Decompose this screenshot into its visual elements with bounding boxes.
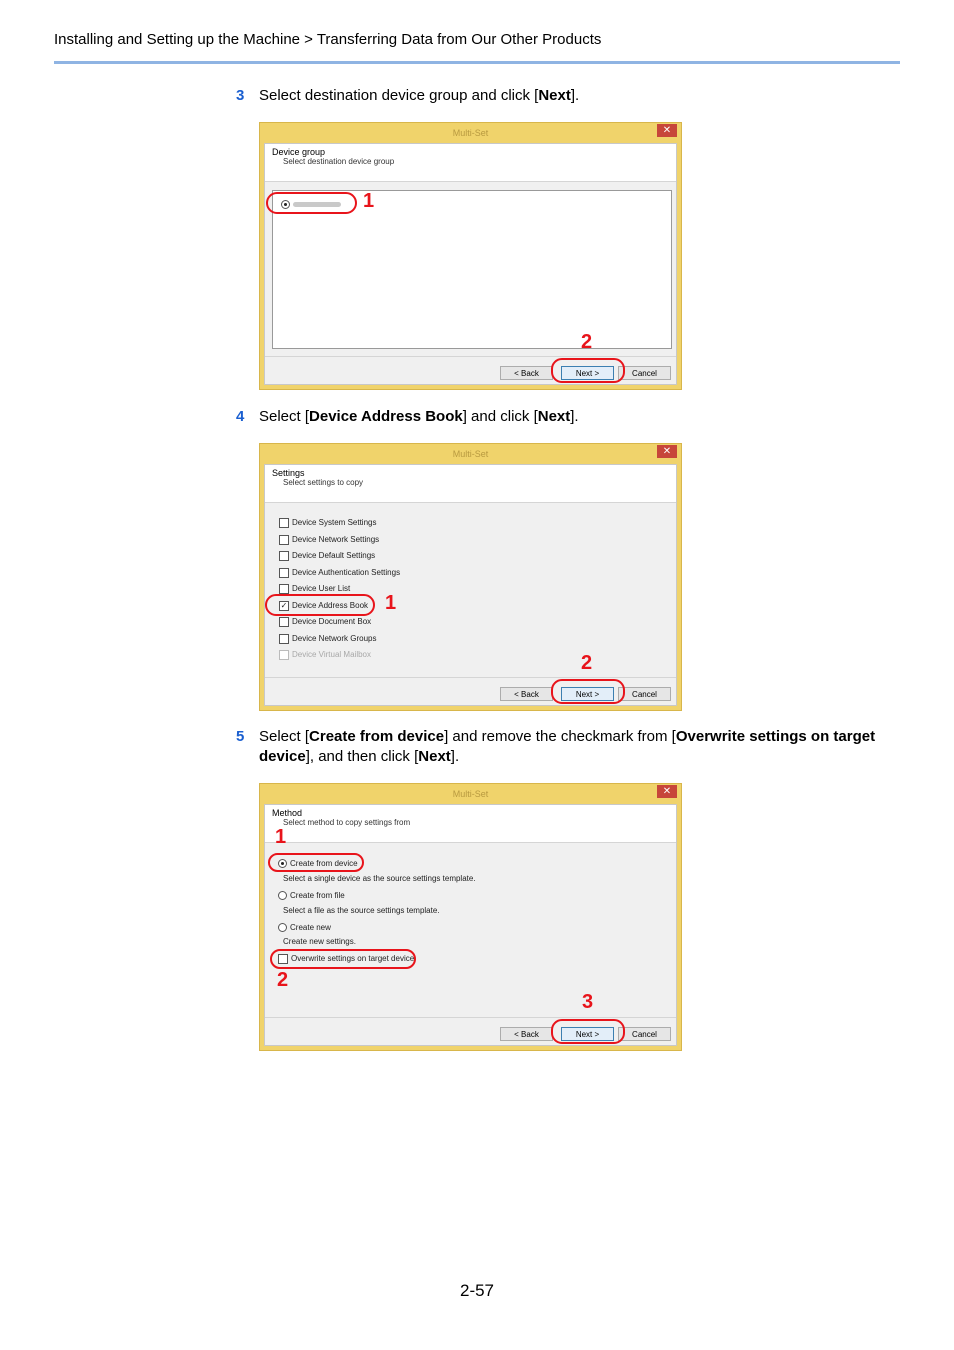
step-number: 5 xyxy=(236,728,245,745)
dialog-method: Multi-Set ✕ Method Select method to copy… xyxy=(259,783,682,1051)
cancel-button[interactable]: Cancel xyxy=(618,687,671,701)
dialog-subheading: Select destination device group xyxy=(283,157,395,166)
checkbox-disabled xyxy=(279,650,289,660)
dialog-body: Settings Select settings to copy Device … xyxy=(264,464,677,706)
step-text: Select [Device Address Book] and click [… xyxy=(259,408,579,425)
footer-divider xyxy=(265,356,676,357)
step-number: 4 xyxy=(236,408,245,425)
dialog-titlebar: Multi-Set ✕ xyxy=(260,444,681,464)
back-button[interactable]: < Back xyxy=(500,687,553,701)
checkbox[interactable] xyxy=(279,584,289,594)
close-icon[interactable]: ✕ xyxy=(657,785,677,798)
dialog-subheading: Select method to copy settings from xyxy=(283,818,411,827)
back-button[interactable]: < Back xyxy=(500,1027,553,1041)
dialog-body: Device group Select destination device g… xyxy=(264,143,677,385)
step-text: Select [Create from device] and remove t… xyxy=(259,728,876,765)
step-3: 3 Select destination device group and cl… xyxy=(236,86,876,106)
dialog-titlebar: Multi-Set ✕ xyxy=(260,784,681,804)
radio-button[interactable] xyxy=(278,923,287,933)
setting-checkbox-default[interactable]: Device Default Settings xyxy=(279,551,375,561)
highlight-ring xyxy=(268,853,364,872)
dialog-titlebar: Multi-Set ✕ xyxy=(260,123,681,143)
dialog-title: Multi-Set xyxy=(452,449,489,459)
dialog-settings: Multi-Set ✕ Settings Select settings to … xyxy=(259,443,682,711)
checkbox[interactable] xyxy=(279,551,289,561)
checkbox[interactable] xyxy=(279,518,289,528)
setting-checkbox-authentication[interactable]: Device Authentication Settings xyxy=(279,568,400,578)
dialog-header: Settings Select settings to copy xyxy=(265,465,676,503)
back-button[interactable]: < Back xyxy=(500,366,553,380)
highlight-ring xyxy=(270,949,416,969)
footer-divider xyxy=(265,1017,676,1018)
callout-1: 1 xyxy=(275,826,287,848)
setting-checkbox-system[interactable]: Device System Settings xyxy=(279,518,376,528)
callout-2: 2 xyxy=(277,969,289,991)
dialog-device-group: Multi-Set ✕ Device group Select destinat… xyxy=(259,122,682,390)
callout-2: 2 xyxy=(581,331,593,353)
dialog-title: Multi-Set xyxy=(452,789,489,799)
option-description: Select a single device as the source set… xyxy=(283,874,476,883)
dialog-heading: Method xyxy=(272,808,303,818)
option-description: Select a file as the source settings tem… xyxy=(283,906,440,915)
highlight-ring xyxy=(551,679,625,704)
dialog-title: Multi-Set xyxy=(452,128,489,138)
highlight-ring xyxy=(551,1019,625,1044)
cancel-button[interactable]: Cancel xyxy=(618,366,671,380)
dialog-header: Device group Select destination device g… xyxy=(265,144,676,182)
dialog-header: Method Select method to copy settings fr… xyxy=(265,805,676,843)
page-header: Installing and Setting up the Machine > … xyxy=(54,31,602,48)
footer-divider xyxy=(265,677,676,678)
step-4: 4 Select [Device Address Book] and click… xyxy=(236,407,876,427)
callout-1: 1 xyxy=(363,190,375,212)
cancel-button[interactable]: Cancel xyxy=(618,1027,671,1041)
setting-checkbox-virtual-mailbox: Device Virtual Mailbox xyxy=(279,650,371,660)
step-number: 3 xyxy=(236,87,245,104)
step-5: 5 Select [Create from device] and remove… xyxy=(236,727,876,767)
close-icon[interactable]: ✕ xyxy=(657,124,677,137)
highlight-ring xyxy=(551,358,625,383)
close-icon[interactable]: ✕ xyxy=(657,445,677,458)
checkbox[interactable] xyxy=(279,634,289,644)
dialog-body: Method Select method to copy settings fr… xyxy=(264,804,677,1046)
option-description: Create new settings. xyxy=(283,937,356,946)
step-text: Select destination device group and clic… xyxy=(259,87,580,104)
setting-checkbox-document-box[interactable]: Device Document Box xyxy=(279,617,371,627)
dialog-heading: Device group xyxy=(272,147,326,157)
radio-button[interactable] xyxy=(278,891,287,901)
checkbox[interactable] xyxy=(279,617,289,627)
dialog-subheading: Select settings to copy xyxy=(283,478,364,487)
radio-create-from-file[interactable]: Create from file xyxy=(278,891,345,901)
dialog-heading: Settings xyxy=(272,468,305,478)
callout-2: 2 xyxy=(581,652,593,674)
setting-checkbox-user-list[interactable]: Device User List xyxy=(279,584,350,594)
setting-checkbox-network-groups[interactable]: Device Network Groups xyxy=(279,634,376,644)
setting-checkbox-network[interactable]: Device Network Settings xyxy=(279,535,379,545)
page-number: 2-57 xyxy=(459,1281,495,1300)
highlight-ring xyxy=(266,192,357,214)
radio-create-new[interactable]: Create new xyxy=(278,923,331,933)
highlight-ring xyxy=(265,594,375,616)
checkbox[interactable] xyxy=(279,535,289,545)
callout-3: 3 xyxy=(582,991,594,1013)
checkbox[interactable] xyxy=(279,568,289,578)
header-rule xyxy=(54,61,900,64)
callout-1: 1 xyxy=(385,592,397,614)
